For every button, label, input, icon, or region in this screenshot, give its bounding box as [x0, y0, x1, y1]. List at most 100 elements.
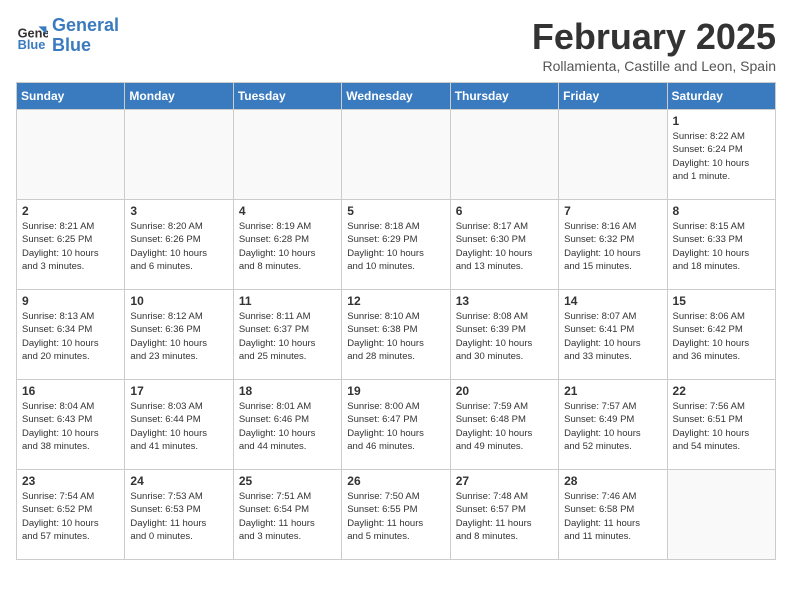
day-info: Sunrise: 7:53 AM Sunset: 6:53 PM Dayligh…	[130, 490, 227, 543]
day-cell	[233, 110, 341, 200]
day-cell: 20 Sunrise: 7:59 AM Sunset: 6:48 PM Dayli…	[450, 380, 558, 470]
day-cell: 16 Sunrise: 8:04 AM Sunset: 6:43 PM Dayli…	[17, 380, 125, 470]
day-number: 17	[130, 384, 227, 398]
day-number: 10	[130, 294, 227, 308]
week-row-2: 2Sunrise: 8:21 AM Sunset: 6:25 PM Daylig…	[17, 200, 776, 290]
day-info: Sunrise: 8:16 AM Sunset: 6:32 PM Dayligh…	[564, 220, 661, 273]
day-number: 20	[456, 384, 553, 398]
week-row-1: 1Sunrise: 8:22 AM Sunset: 6:24 PM Daylig…	[17, 110, 776, 200]
day-cell	[17, 110, 125, 200]
day-number: 15	[673, 294, 770, 308]
day-cell	[559, 110, 667, 200]
day-info: Sunrise: 8:18 AM Sunset: 6:29 PM Dayligh…	[347, 220, 444, 273]
day-number: 3	[130, 204, 227, 218]
day-number: 14	[564, 294, 661, 308]
day-info: Sunrise: 7:51 AM Sunset: 6:54 PM Dayligh…	[239, 490, 336, 543]
day-cell: 8 Sunrise: 8:15 AM Sunset: 6:33 PM Daylig…	[667, 200, 775, 290]
day-cell	[450, 110, 558, 200]
day-info: Sunrise: 8:19 AM Sunset: 6:28 PM Dayligh…	[239, 220, 336, 273]
day-info: Sunrise: 8:08 AM Sunset: 6:39 PM Dayligh…	[456, 310, 553, 363]
day-cell	[342, 110, 450, 200]
day-info: Sunrise: 8:15 AM Sunset: 6:33 PM Dayligh…	[673, 220, 770, 273]
col-header-sunday: Sunday	[17, 83, 125, 110]
day-number: 7	[564, 204, 661, 218]
day-cell: 6 Sunrise: 8:17 AM Sunset: 6:30 PM Daylig…	[450, 200, 558, 290]
col-header-thursday: Thursday	[450, 83, 558, 110]
day-cell: 4 Sunrise: 8:19 AM Sunset: 6:28 PM Daylig…	[233, 200, 341, 290]
day-cell: 28 Sunrise: 7:46 AM Sunset: 6:58 PM Dayli…	[559, 470, 667, 560]
day-cell	[125, 110, 233, 200]
day-number: 9	[22, 294, 119, 308]
day-number: 4	[239, 204, 336, 218]
day-cell: 10 Sunrise: 8:12 AM Sunset: 6:36 PM Dayli…	[125, 290, 233, 380]
location: Rollamienta, Castille and Leon, Spain	[532, 58, 776, 74]
logo: General Blue General Blue	[16, 16, 119, 56]
col-header-monday: Monday	[125, 83, 233, 110]
day-cell: 14 Sunrise: 8:07 AM Sunset: 6:41 PM Dayli…	[559, 290, 667, 380]
day-cell: 2Sunrise: 8:21 AM Sunset: 6:25 PM Daylig…	[17, 200, 125, 290]
day-cell: 9Sunrise: 8:13 AM Sunset: 6:34 PM Daylig…	[17, 290, 125, 380]
day-number: 24	[130, 474, 227, 488]
day-number: 6	[456, 204, 553, 218]
col-header-friday: Friday	[559, 83, 667, 110]
day-cell: 18Sunrise: 8:01 AM Sunset: 6:46 PM Dayli…	[233, 380, 341, 470]
day-number: 11	[239, 294, 336, 308]
day-info: Sunrise: 7:57 AM Sunset: 6:49 PM Dayligh…	[564, 400, 661, 453]
week-row-3: 9Sunrise: 8:13 AM Sunset: 6:34 PM Daylig…	[17, 290, 776, 380]
logo-blue: Blue	[52, 35, 91, 55]
day-cell: 15 Sunrise: 8:06 AM Sunset: 6:42 PM Dayli…	[667, 290, 775, 380]
day-info: Sunrise: 7:48 AM Sunset: 6:57 PM Dayligh…	[456, 490, 553, 543]
day-info: Sunrise: 8:07 AM Sunset: 6:41 PM Dayligh…	[564, 310, 661, 363]
day-info: Sunrise: 8:00 AM Sunset: 6:47 PM Dayligh…	[347, 400, 444, 453]
day-number: 18	[239, 384, 336, 398]
title-block: February 2025 Rollamienta, Castille and …	[532, 16, 776, 74]
day-number: 13	[456, 294, 553, 308]
day-cell: 11 Sunrise: 8:11 AM Sunset: 6:37 PM Dayli…	[233, 290, 341, 380]
day-info: Sunrise: 7:56 AM Sunset: 6:51 PM Dayligh…	[673, 400, 770, 453]
day-info: Sunrise: 7:46 AM Sunset: 6:58 PM Dayligh…	[564, 490, 661, 543]
day-info: Sunrise: 8:17 AM Sunset: 6:30 PM Dayligh…	[456, 220, 553, 273]
logo-general: General	[52, 15, 119, 35]
col-header-saturday: Saturday	[667, 83, 775, 110]
day-number: 12	[347, 294, 444, 308]
day-number: 22	[673, 384, 770, 398]
day-cell: 25Sunrise: 7:51 AM Sunset: 6:54 PM Dayli…	[233, 470, 341, 560]
day-info: Sunrise: 7:50 AM Sunset: 6:55 PM Dayligh…	[347, 490, 444, 543]
day-number: 8	[673, 204, 770, 218]
day-cell: 23 Sunrise: 7:54 AM Sunset: 6:52 PM Dayli…	[17, 470, 125, 560]
day-cell: 17 Sunrise: 8:03 AM Sunset: 6:44 PM Dayli…	[125, 380, 233, 470]
day-number: 27	[456, 474, 553, 488]
day-info: Sunrise: 8:21 AM Sunset: 6:25 PM Dayligh…	[22, 220, 119, 273]
day-number: 28	[564, 474, 661, 488]
day-cell: 3 Sunrise: 8:20 AM Sunset: 6:26 PM Daylig…	[125, 200, 233, 290]
day-info: Sunrise: 8:10 AM Sunset: 6:38 PM Dayligh…	[347, 310, 444, 363]
col-header-tuesday: Tuesday	[233, 83, 341, 110]
day-number: 19	[347, 384, 444, 398]
day-info: Sunrise: 8:06 AM Sunset: 6:42 PM Dayligh…	[673, 310, 770, 363]
day-info: Sunrise: 7:54 AM Sunset: 6:52 PM Dayligh…	[22, 490, 119, 543]
day-cell: 13 Sunrise: 8:08 AM Sunset: 6:39 PM Dayli…	[450, 290, 558, 380]
day-number: 23	[22, 474, 119, 488]
day-number: 16	[22, 384, 119, 398]
week-row-5: 23 Sunrise: 7:54 AM Sunset: 6:52 PM Dayli…	[17, 470, 776, 560]
day-cell: 12 Sunrise: 8:10 AM Sunset: 6:38 PM Dayli…	[342, 290, 450, 380]
day-cell: 7 Sunrise: 8:16 AM Sunset: 6:32 PM Daylig…	[559, 200, 667, 290]
day-info: Sunrise: 8:11 AM Sunset: 6:37 PM Dayligh…	[239, 310, 336, 363]
day-info: Sunrise: 8:22 AM Sunset: 6:24 PM Dayligh…	[673, 130, 770, 183]
day-info: Sunrise: 8:03 AM Sunset: 6:44 PM Dayligh…	[130, 400, 227, 453]
page-header: General Blue General Blue February 2025 …	[16, 16, 776, 74]
calendar-header-row: SundayMondayTuesdayWednesdayThursdayFrid…	[17, 83, 776, 110]
day-cell: 19 Sunrise: 8:00 AM Sunset: 6:47 PM Dayli…	[342, 380, 450, 470]
day-number: 26	[347, 474, 444, 488]
svg-text:Blue: Blue	[18, 37, 46, 52]
day-cell: 21Sunrise: 7:57 AM Sunset: 6:49 PM Dayli…	[559, 380, 667, 470]
col-header-wednesday: Wednesday	[342, 83, 450, 110]
day-info: Sunrise: 7:59 AM Sunset: 6:48 PM Dayligh…	[456, 400, 553, 453]
month-title: February 2025	[532, 16, 776, 58]
day-info: Sunrise: 8:20 AM Sunset: 6:26 PM Dayligh…	[130, 220, 227, 273]
day-cell: 22 Sunrise: 7:56 AM Sunset: 6:51 PM Dayli…	[667, 380, 775, 470]
day-info: Sunrise: 8:04 AM Sunset: 6:43 PM Dayligh…	[22, 400, 119, 453]
day-cell: 1Sunrise: 8:22 AM Sunset: 6:24 PM Daylig…	[667, 110, 775, 200]
day-cell: 27 Sunrise: 7:48 AM Sunset: 6:57 PM Dayli…	[450, 470, 558, 560]
day-info: Sunrise: 8:12 AM Sunset: 6:36 PM Dayligh…	[130, 310, 227, 363]
